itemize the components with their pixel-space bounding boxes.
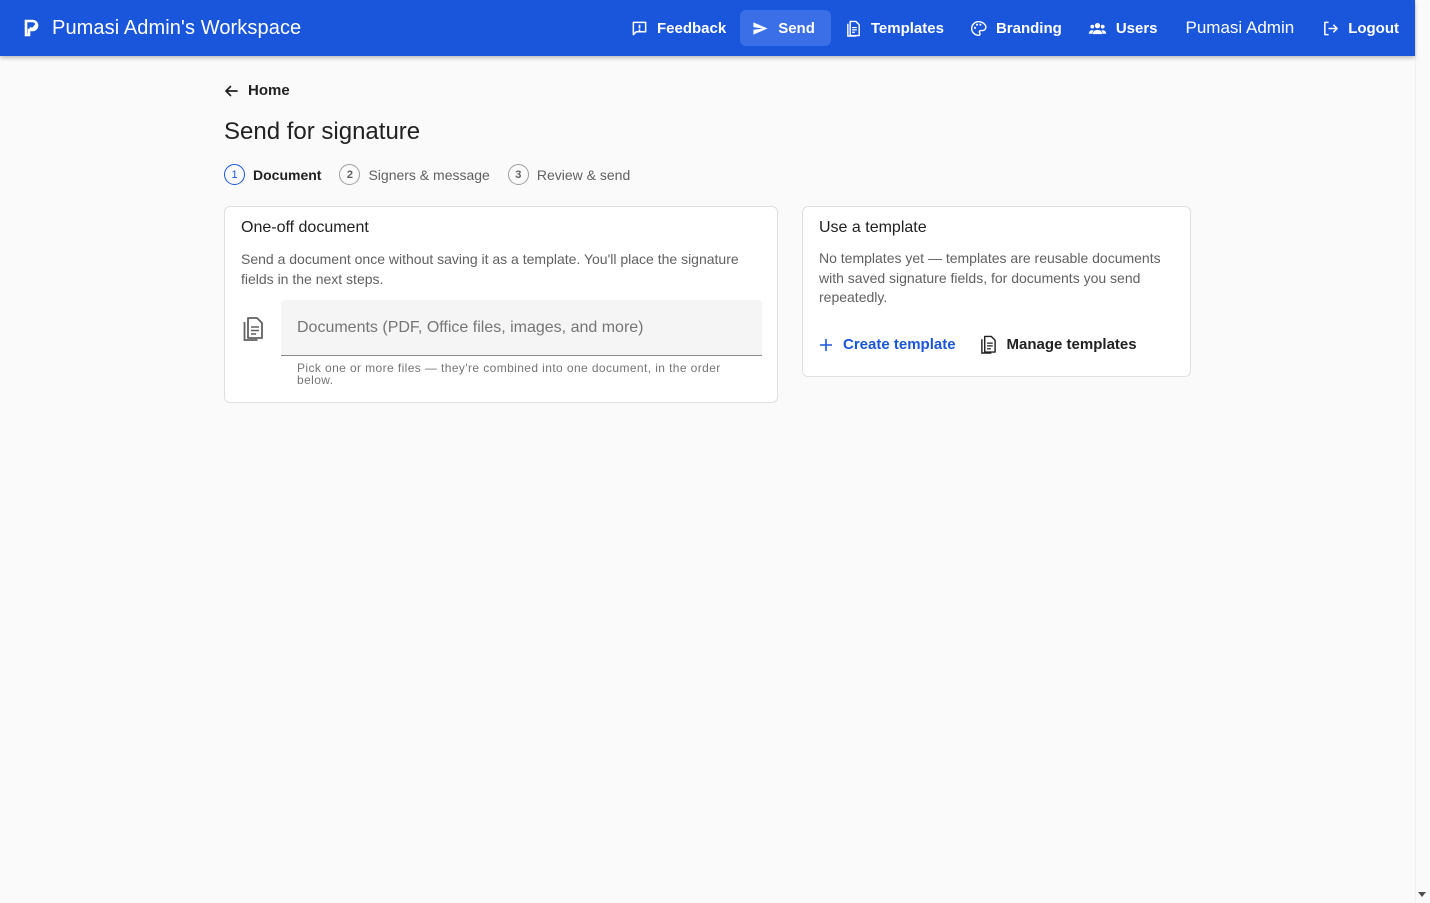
card-title: Use a template: [819, 219, 927, 236]
create-template-label: Create template: [843, 336, 956, 353]
templates-icon: [980, 335, 996, 354]
templates-label: Templates: [870, 19, 944, 37]
app-title: Pumasi Admin's Workspace: [52, 16, 302, 39]
card-description: Send a document once without saving it a…: [241, 251, 739, 287]
logout-label: Logout: [1348, 19, 1399, 37]
use-template-card: Use a template No templates yet — templa…: [802, 206, 1191, 377]
branding-label: Branding: [995, 19, 1062, 37]
step-review[interactable]: 3 Review & send: [507, 164, 631, 185]
scroll-down-arrow-icon[interactable]: [1418, 892, 1426, 897]
step-label: Document: [253, 166, 322, 183]
templates-icon: [847, 20, 860, 37]
step-number: 2: [339, 164, 361, 185]
template-actions: Create template Manage templates: [819, 335, 1137, 354]
current-user-name[interactable]: Pumasi Admin: [1172, 18, 1309, 38]
home-back-link[interactable]: Home: [224, 82, 290, 99]
arrow-left-icon: [225, 85, 238, 96]
feedback-button[interactable]: Feedback: [619, 10, 738, 46]
stepper: 1 Document 2 Signers & message 3 Review …: [224, 164, 648, 185]
brand[interactable]: Pumasi Admin's Workspace: [23, 17, 301, 40]
users-button[interactable]: Users: [1076, 10, 1170, 46]
feedback-label: Feedback: [656, 19, 727, 37]
branding-button[interactable]: Branding: [958, 10, 1074, 46]
templates-button[interactable]: Templates: [833, 10, 956, 46]
logout-icon: [1324, 21, 1339, 35]
card-description: No templates yet — templates are reusabl…: [819, 250, 1161, 305]
manage-templates-label: Manage templates: [1006, 336, 1137, 353]
file-input-placeholder: Documents (PDF, Office files, images, an…: [297, 319, 644, 336]
feedback-icon: [632, 21, 647, 35]
document-icon: [243, 317, 263, 341]
step-document[interactable]: 1 Document: [224, 164, 321, 185]
palette-icon: [970, 20, 987, 36]
step-label: Signers & message: [368, 166, 490, 183]
step-number: 3: [507, 164, 529, 185]
step-label: Review & send: [536, 166, 631, 183]
manage-templates-button[interactable]: Manage templates: [980, 335, 1137, 354]
file-input-hint: Pick one or more files — they're combine…: [297, 361, 721, 387]
step-signers[interactable]: 2 Signers & message: [339, 164, 490, 185]
oneoff-document-card: One-off document Send a document once wi…: [224, 206, 778, 403]
send-icon: [753, 21, 768, 35]
signature-logo-icon: [23, 19, 41, 37]
plus-icon: [820, 338, 832, 351]
home-back-label: Home: [248, 82, 290, 99]
users-icon: [1088, 22, 1107, 34]
send-label: Send: [778, 19, 815, 37]
page-scrollbar[interactable]: [1415, 0, 1430, 903]
step-number: 1: [224, 164, 245, 185]
documents-file-input[interactable]: Documents (PDF, Office files, images, an…: [281, 300, 762, 356]
logout-button[interactable]: Logout: [1310, 10, 1411, 46]
card-title: One-off document: [241, 219, 369, 236]
app-bar: Pumasi Admin's Workspace Feedback Send T…: [0, 0, 1415, 56]
top-nav: Feedback Send Templates Branding Users P…: [617, 0, 1415, 56]
users-label: Users: [1115, 19, 1158, 37]
send-button[interactable]: Send: [740, 10, 831, 46]
create-template-button[interactable]: Create template: [819, 336, 956, 353]
page-title: Send for signature: [224, 118, 421, 145]
